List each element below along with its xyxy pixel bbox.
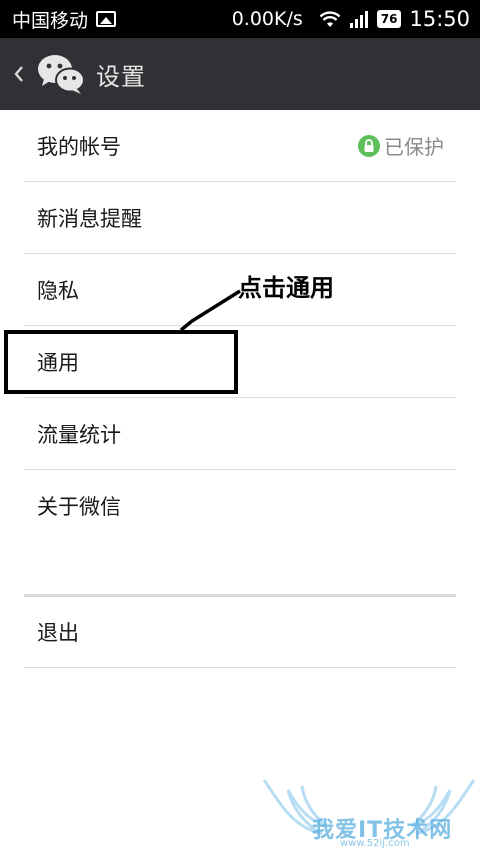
image-notification-icon bbox=[96, 11, 117, 27]
battery-icon: 76 bbox=[376, 10, 402, 28]
settings-list: 我的帐号 已保护 新消息提醒 隐私 通用 流量统计 关于微信 bbox=[24, 110, 456, 542]
status-bar-right: 0.00K/s 76 15:50 bbox=[232, 7, 470, 31]
signal-icon bbox=[349, 11, 368, 28]
back-button[interactable] bbox=[4, 38, 34, 110]
settings-screen: 中国移动 0.00K/s 76 15:50 设置 我的帐号 已保护 新消息提醒 … bbox=[0, 0, 480, 854]
title-bar: 设置 bbox=[0, 38, 480, 110]
chevron-left-icon bbox=[14, 66, 23, 82]
carrier-name: 中国移动 bbox=[12, 9, 89, 32]
protected-text: 已保护 bbox=[384, 135, 444, 159]
network-speed: 0.00K/s bbox=[231, 8, 303, 30]
settings-item-about[interactable]: 关于微信 bbox=[24, 470, 456, 542]
watermark-url: www.52ij.com bbox=[340, 838, 410, 849]
wechat-logo-icon bbox=[38, 55, 85, 94]
annotation-text: 点击通用 bbox=[238, 274, 334, 302]
settings-item-label: 关于微信 bbox=[37, 495, 121, 519]
watermark: 我爱IT技术网 www.52ij.com bbox=[262, 776, 476, 850]
settings-item-label: 我的帐号 bbox=[37, 134, 121, 159]
clock-time: 15:50 bbox=[409, 7, 470, 31]
settings-item-general[interactable]: 通用 bbox=[24, 326, 456, 398]
settings-item-label: 通用 bbox=[37, 350, 79, 375]
lock-icon bbox=[358, 134, 380, 157]
account-protected-status: 已保护 bbox=[358, 131, 444, 160]
logout-label: 退出 bbox=[37, 621, 79, 645]
status-bar-left: 中国移动 bbox=[12, 6, 117, 33]
settings-item-label: 隐私 bbox=[37, 278, 79, 303]
settings-item-traffic[interactable]: 流量统计 bbox=[24, 398, 456, 470]
page-title: 设置 bbox=[96, 62, 146, 91]
status-bar: 中国移动 0.00K/s 76 15:50 bbox=[0, 0, 480, 38]
settings-item-label: 流量统计 bbox=[37, 422, 121, 447]
settings-item-account[interactable]: 我的帐号 已保护 bbox=[24, 110, 456, 182]
wifi-icon bbox=[319, 11, 341, 27]
logout-button[interactable]: 退出 bbox=[24, 597, 456, 668]
settings-item-notifications[interactable]: 新消息提醒 bbox=[24, 182, 456, 254]
settings-item-label: 新消息提醒 bbox=[37, 206, 142, 231]
